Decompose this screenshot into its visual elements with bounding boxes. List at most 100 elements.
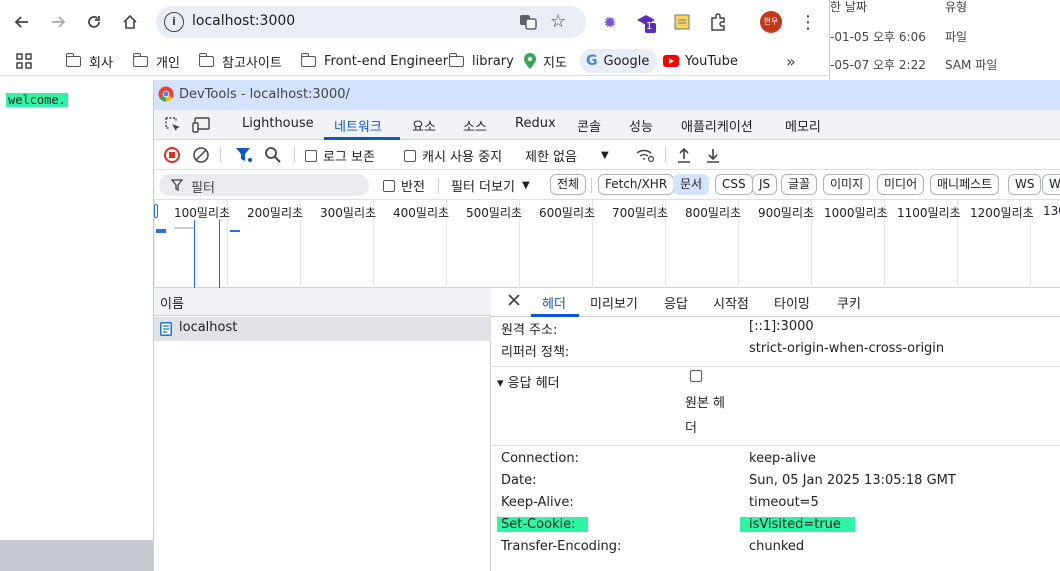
network-conditions-icon[interactable] xyxy=(635,147,655,163)
chip-doc[interactable]: 문서 xyxy=(673,174,710,195)
bookmark-folder-company[interactable]: 회사 xyxy=(65,50,113,72)
bg-row-type: 파일 xyxy=(945,30,968,44)
close-icon[interactable] xyxy=(507,293,521,307)
checkbox-box xyxy=(383,179,395,192)
chip-all[interactable]: 전체 xyxy=(550,174,587,195)
chip-js[interactable]: JS xyxy=(752,174,778,195)
folder-icon xyxy=(300,52,316,67)
preserve-log-checkbox[interactable]: 로그 보존 xyxy=(305,146,375,165)
address-url: localhost:3000 xyxy=(192,13,296,29)
bookmark-folder-reference[interactable]: 참고사이트 xyxy=(198,50,282,72)
filter-funnel-icon[interactable] xyxy=(235,147,253,163)
clear-icon[interactable] xyxy=(193,147,209,163)
invert-checkbox[interactable]: 반전 xyxy=(383,176,425,195)
extension-badge: 1 xyxy=(646,21,653,32)
bookmarks-bar: 회사 개인 참고사이트 Front-end Engineer library 지… xyxy=(0,44,829,76)
response-headers-toggle[interactable]: ▾ 응답 헤더 xyxy=(497,372,560,391)
device-toolbar-icon[interactable] xyxy=(192,116,212,134)
timeline-request-bar xyxy=(230,230,240,232)
column-name-header[interactable]: 이름 xyxy=(160,293,184,312)
bookmark-maps[interactable]: 지도 xyxy=(524,50,567,72)
tab-network[interactable]: 네트워크 xyxy=(334,116,382,135)
bookmark-label: Google xyxy=(603,53,650,69)
chip-ws[interactable]: WS xyxy=(1008,174,1042,195)
header-name: Connection: xyxy=(501,451,579,466)
request-detail-pane: 헤더 미리보기 응답 시작점 타이밍 쿠키 원격 주소: [::1]:3000 … xyxy=(491,288,1060,571)
record-stop-icon[interactable] xyxy=(164,147,180,163)
chip-font[interactable]: 글꼴 xyxy=(781,174,818,195)
forward-button[interactable] xyxy=(44,8,72,36)
filter-input[interactable]: 필터 xyxy=(159,174,369,196)
detail-tab-preview[interactable]: 미리보기 xyxy=(590,293,638,312)
timeline-label: 900밀리초 xyxy=(758,206,815,220)
back-button[interactable] xyxy=(8,8,36,36)
bookmark-folder-personal[interactable]: 개인 xyxy=(132,50,180,72)
chip-fetch-xhr[interactable]: Fetch/XHR xyxy=(598,174,675,195)
extension-graduation-icon[interactable]: 1 xyxy=(634,10,658,34)
bookmark-star-icon[interactable]: ☆ xyxy=(550,11,570,32)
detail-tab-initiator[interactable]: 시작점 xyxy=(713,293,749,312)
detail-tab-cookies[interactable]: 쿠키 xyxy=(837,293,861,312)
address-bar[interactable]: i localhost:3000 ☆ xyxy=(156,6,586,38)
invert-label: 반전 xyxy=(401,180,425,195)
devtools-titlebar: DevTools - localhost:3000/ xyxy=(154,80,1060,110)
apps-grid-icon[interactable] xyxy=(16,50,32,72)
request-row[interactable]: localhost xyxy=(154,317,491,341)
disable-cache-checkbox[interactable]: 캐시 사용 중지 xyxy=(404,146,502,165)
extensions-puzzle-icon[interactable] xyxy=(706,10,730,34)
site-info-icon[interactable]: i xyxy=(164,12,184,32)
export-har-icon[interactable] xyxy=(705,146,721,164)
devtools-title: DevTools - localhost:3000/ xyxy=(179,87,350,102)
header-name: 원격 주소: xyxy=(501,323,558,338)
detail-tab-headers[interactable]: 헤더 xyxy=(542,293,566,312)
tab-console[interactable]: 콘솔 xyxy=(577,116,601,135)
set-cookie-header-value: isVisited=true xyxy=(740,517,855,532)
devtools-window: DevTools - localhost:3000/ Lighthouse 네트… xyxy=(153,80,1060,571)
tab-sources[interactable]: 소스 xyxy=(463,116,487,135)
header-name: Date: xyxy=(501,473,537,488)
throttle-select[interactable]: 제한 없음 ▼ xyxy=(525,146,609,165)
chevron-down-icon: ▼ xyxy=(600,150,609,161)
timeline-selection-handle[interactable] xyxy=(154,204,158,218)
timeline-label: 400밀리초 xyxy=(393,206,450,220)
search-icon[interactable] xyxy=(264,146,282,164)
menu-kebab-icon[interactable]: ⋮ xyxy=(796,10,820,34)
timeline-label: 600밀리초 xyxy=(539,206,596,220)
chip-wasm[interactable]: W xyxy=(1042,174,1060,195)
network-timeline-overview[interactable]: 100밀리초 200밀리초 300밀리초 400밀리초 500밀리초 600밀리… xyxy=(154,200,1060,288)
extension-gear-icon[interactable]: ✹ xyxy=(598,10,622,34)
tab-elements[interactable]: 요소 xyxy=(412,116,436,135)
inspect-element-icon[interactable] xyxy=(164,116,182,134)
tab-lighthouse[interactable]: Lighthouse xyxy=(242,116,314,131)
translate-icon[interactable] xyxy=(518,12,538,32)
bookmark-youtube[interactable]: YouTube xyxy=(663,50,738,72)
chip-media[interactable]: 미디어 xyxy=(877,174,925,195)
home-button[interactable] xyxy=(116,8,144,36)
extension-notes-icon[interactable] xyxy=(670,10,694,34)
tab-memory[interactable]: 메모리 xyxy=(785,116,821,135)
import-har-icon[interactable] xyxy=(676,146,692,164)
profile-avatar[interactable]: 현우 xyxy=(760,11,782,33)
tab-redux[interactable]: Redux xyxy=(515,116,556,131)
chip-css[interactable]: CSS xyxy=(715,174,753,195)
bookmark-label: 개인 xyxy=(156,55,180,71)
folder-icon xyxy=(132,52,148,67)
toolbar-separator xyxy=(591,177,592,193)
bookmark-google[interactable]: G Google xyxy=(580,49,658,73)
more-filters-dropdown[interactable]: 필터 더보기 ▼ xyxy=(451,176,530,195)
preserve-log-label: 로그 보존 xyxy=(323,150,375,165)
raw-headers-checkbox[interactable] xyxy=(690,370,702,382)
bookmark-folder-frontend[interactable]: Front-end Engineer xyxy=(300,50,448,72)
tab-application[interactable]: 애플리케이션 xyxy=(681,116,753,135)
tab-performance[interactable]: 성능 xyxy=(629,116,653,135)
bookmark-folder-library[interactable]: library xyxy=(448,50,514,72)
more-bookmarks-chevron-icon[interactable]: » xyxy=(786,50,796,72)
chip-manifest[interactable]: 매니페스트 xyxy=(930,174,1000,195)
header-value: timeout=5 xyxy=(749,495,819,510)
header-name: 리퍼러 정책: xyxy=(501,345,570,360)
detail-tab-response[interactable]: 응답 xyxy=(664,293,688,312)
detail-tab-timing[interactable]: 타이밍 xyxy=(774,293,810,312)
timeline-label: 1100밀리초 xyxy=(897,206,961,220)
chip-img[interactable]: 이미지 xyxy=(823,174,871,195)
reload-button[interactable] xyxy=(80,8,108,36)
